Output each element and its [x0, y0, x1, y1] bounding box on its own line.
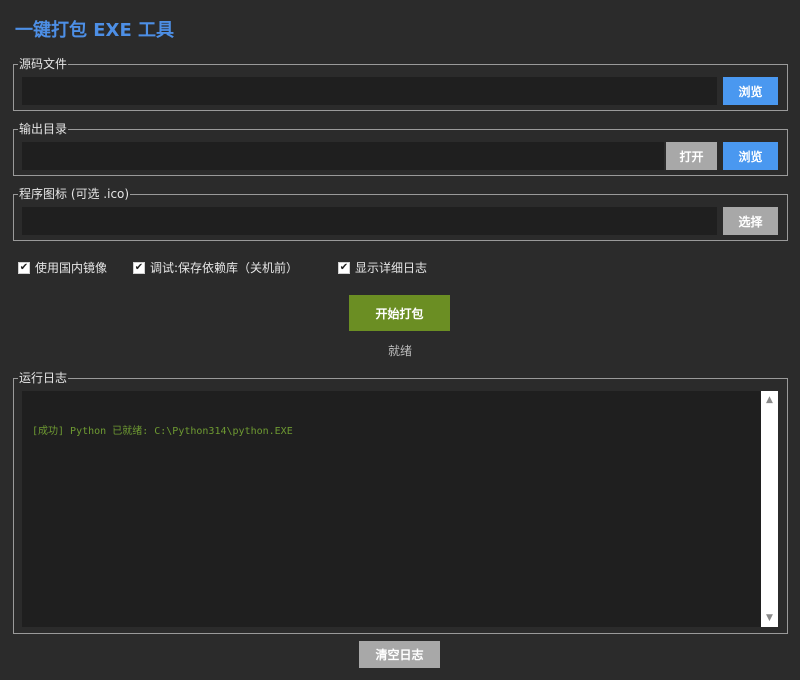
clear-log-button[interactable]: 清空日志: [359, 641, 440, 668]
log-line: [成功] Python 已就绪: C:\Python314\python.EXE: [32, 426, 293, 437]
source-file-group: 源码文件 浏览: [13, 57, 788, 111]
scroll-down-icon[interactable]: ▼: [761, 611, 778, 625]
status-text: 就绪: [387, 344, 412, 358]
option-verbose-log-label: 显示详细日志: [355, 261, 428, 275]
output-browse-button[interactable]: 浏览: [723, 142, 778, 170]
log-output[interactable]: [成功] Python 已就绪: C:\Python314\python.EXE: [22, 391, 761, 627]
checkbox-keep-deps[interactable]: ✔: [133, 261, 145, 274]
source-browse-button[interactable]: 浏览: [723, 77, 778, 105]
icon-input[interactable]: [22, 207, 717, 235]
log-group: 运行日志 [成功] Python 已就绪: C:\Python314\pytho…: [13, 371, 788, 634]
icon-select-button[interactable]: 选择: [723, 207, 778, 235]
scroll-up-icon[interactable]: ▲: [761, 393, 778, 407]
option-mirror[interactable]: ✔ 使用国内镜像: [18, 259, 107, 276]
log-legend: 运行日志: [18, 371, 69, 385]
output-dir-legend: 输出目录: [18, 122, 69, 136]
checkbox-verbose-log[interactable]: ✔: [338, 261, 350, 274]
option-verbose-log[interactable]: ✔ 显示详细日志: [338, 259, 427, 276]
option-keep-deps[interactable]: ✔ 调试:保存依赖库（关机前）: [133, 259, 298, 276]
log-scrollbar[interactable]: ▲ ▼: [761, 391, 778, 627]
app-title: 一键打包 EXE 工具: [15, 20, 175, 41]
source-file-input[interactable]: [22, 77, 717, 105]
output-open-button[interactable]: 打开: [666, 142, 717, 170]
output-dir-group: 输出目录 打开 浏览: [13, 122, 788, 176]
icon-legend: 程序图标 (可选 .ico): [18, 187, 131, 201]
option-mirror-label: 使用国内镜像: [35, 261, 108, 275]
source-file-legend: 源码文件: [18, 57, 69, 71]
start-build-button[interactable]: 开始打包: [349, 295, 450, 331]
option-keep-deps-label: 调试:保存依赖库（关机前）: [150, 261, 299, 275]
icon-group: 程序图标 (可选 .ico) 选择: [13, 187, 788, 241]
output-dir-input[interactable]: [22, 142, 664, 170]
checkbox-mirror[interactable]: ✔: [18, 261, 30, 274]
